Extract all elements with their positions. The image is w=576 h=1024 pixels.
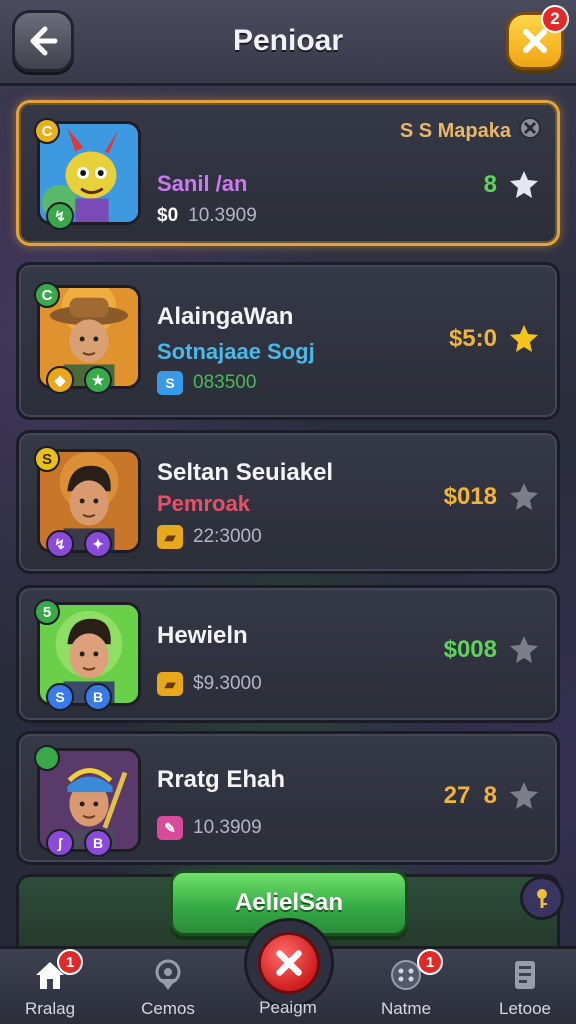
skill-chip-icon: B [84, 829, 112, 857]
stat-value: $9.3000 [193, 673, 262, 694]
bolt-icon: ↯ [46, 530, 74, 558]
stat-value: 22:3000 [193, 526, 262, 547]
card-name: Rratg Ehah [157, 766, 286, 793]
close-button[interactable]: 2 [506, 5, 569, 70]
header: Penioar 2 [0, 0, 576, 86]
avatar: C ◆ ★ [34, 282, 141, 394]
close-icon [276, 950, 302, 976]
nav-games[interactable]: Cemos [113, 955, 223, 1024]
card-name: Seltan Seuiakel [157, 459, 334, 486]
card-stat: ▰ 22:3000 [157, 525, 262, 549]
notification-badge: 2 [541, 5, 569, 33]
list-item[interactable]: C ◆ ★ AlaingaWan Sotnajaae Sogj S 083500… [16, 262, 560, 420]
gem-icon: S [157, 371, 183, 395]
nav-label: Peaigm [259, 998, 317, 1017]
card-price: $018 [443, 483, 497, 510]
card-name: AlaingaWan [157, 303, 294, 330]
stat-value: 10.3909 [193, 817, 262, 838]
list-item[interactable]: S ↯ ✦ Seltan Seuiakel Pemroak ▰ 22:3000 … [16, 430, 560, 574]
potion-icon: ✎ [157, 816, 183, 840]
skill-chip-icon: ʃ [46, 829, 74, 857]
avatar: ʃ B [34, 745, 141, 857]
nav-label: Natme [380, 999, 432, 1018]
card-subname: Sotnajaae Sogj [157, 339, 315, 364]
settings-icon[interactable] [517, 115, 543, 147]
card-stat: ▰ $9.3000 [157, 672, 262, 696]
card-price: 8 [483, 171, 497, 198]
card-name: Hewieln [157, 622, 248, 649]
nav-name[interactable]: Natme 1 [351, 949, 461, 1024]
card-price: $008 [443, 636, 497, 663]
gold-bar-icon: ▰ [157, 525, 183, 549]
level-badge [34, 745, 60, 771]
stat-value: 10.3909 [188, 205, 257, 226]
list-item[interactable]: S S Mapaka C ↯ Sanil /an $0 10.3909 8 [16, 100, 560, 246]
skill-chip-icon: B [84, 683, 112, 711]
list-item[interactable]: ʃ B Rratg Ehah ✎ 10.3909 27 8 [16, 731, 560, 865]
notification-badge: 1 [57, 949, 83, 975]
star-chip-icon: ★ [84, 366, 112, 394]
document-icon [515, 961, 535, 989]
location-pin-icon [155, 959, 181, 990]
skill-chip-icon: S [46, 683, 74, 711]
avatar: 5 S B [34, 599, 141, 711]
card-price: 27 8 [443, 782, 497, 809]
gold-bar-icon: ▰ [157, 672, 183, 696]
card-price: $5:0 [448, 325, 497, 352]
top-label-text: S S Mapaka [399, 119, 511, 142]
star-icon[interactable] [509, 780, 539, 810]
nav-center-button[interactable] [258, 932, 320, 994]
card-subname: Pemroak [157, 491, 250, 516]
nav-label: Cemos [141, 999, 195, 1018]
star-icon[interactable] [509, 323, 539, 353]
level-badge: 5 [34, 599, 60, 625]
nav-lobby[interactable]: Letooe [470, 955, 576, 1024]
card-stat: ✎ 10.3909 [157, 816, 262, 840]
card-stat: $0 10.3909 [157, 205, 257, 227]
card-stat: S 083500 [157, 371, 256, 395]
stat-prefix: $0 [157, 205, 179, 226]
page-title: Penioar [232, 24, 344, 57]
nav-home[interactable]: Rralag 1 [0, 949, 105, 1024]
skill-chip-icon: ↯ [46, 202, 74, 230]
stat-value: 083500 [193, 372, 257, 393]
level-badge: S [34, 446, 60, 472]
level-badge: C [34, 118, 60, 144]
card-name: Sanil /an [157, 171, 248, 196]
magic-icon: ✦ [84, 530, 112, 558]
shield-icon: ◆ [46, 366, 74, 394]
level-badge: C [34, 282, 60, 308]
nav-label: Letooe [499, 999, 551, 1018]
key-icon[interactable] [520, 876, 564, 920]
list-item[interactable]: 5 S B Hewieln ▰ $9.3000 $008 [16, 585, 560, 723]
notification-badge: 1 [417, 949, 443, 975]
avatar: C ↯ [34, 118, 141, 230]
star-icon[interactable] [509, 481, 539, 511]
star-icon[interactable] [509, 634, 539, 664]
avatar: S ↯ ✦ [34, 446, 141, 558]
star-icon[interactable] [509, 169, 539, 199]
card-top-label: S S Mapaka [400, 115, 543, 147]
nav-label: Rralag [24, 999, 76, 1018]
